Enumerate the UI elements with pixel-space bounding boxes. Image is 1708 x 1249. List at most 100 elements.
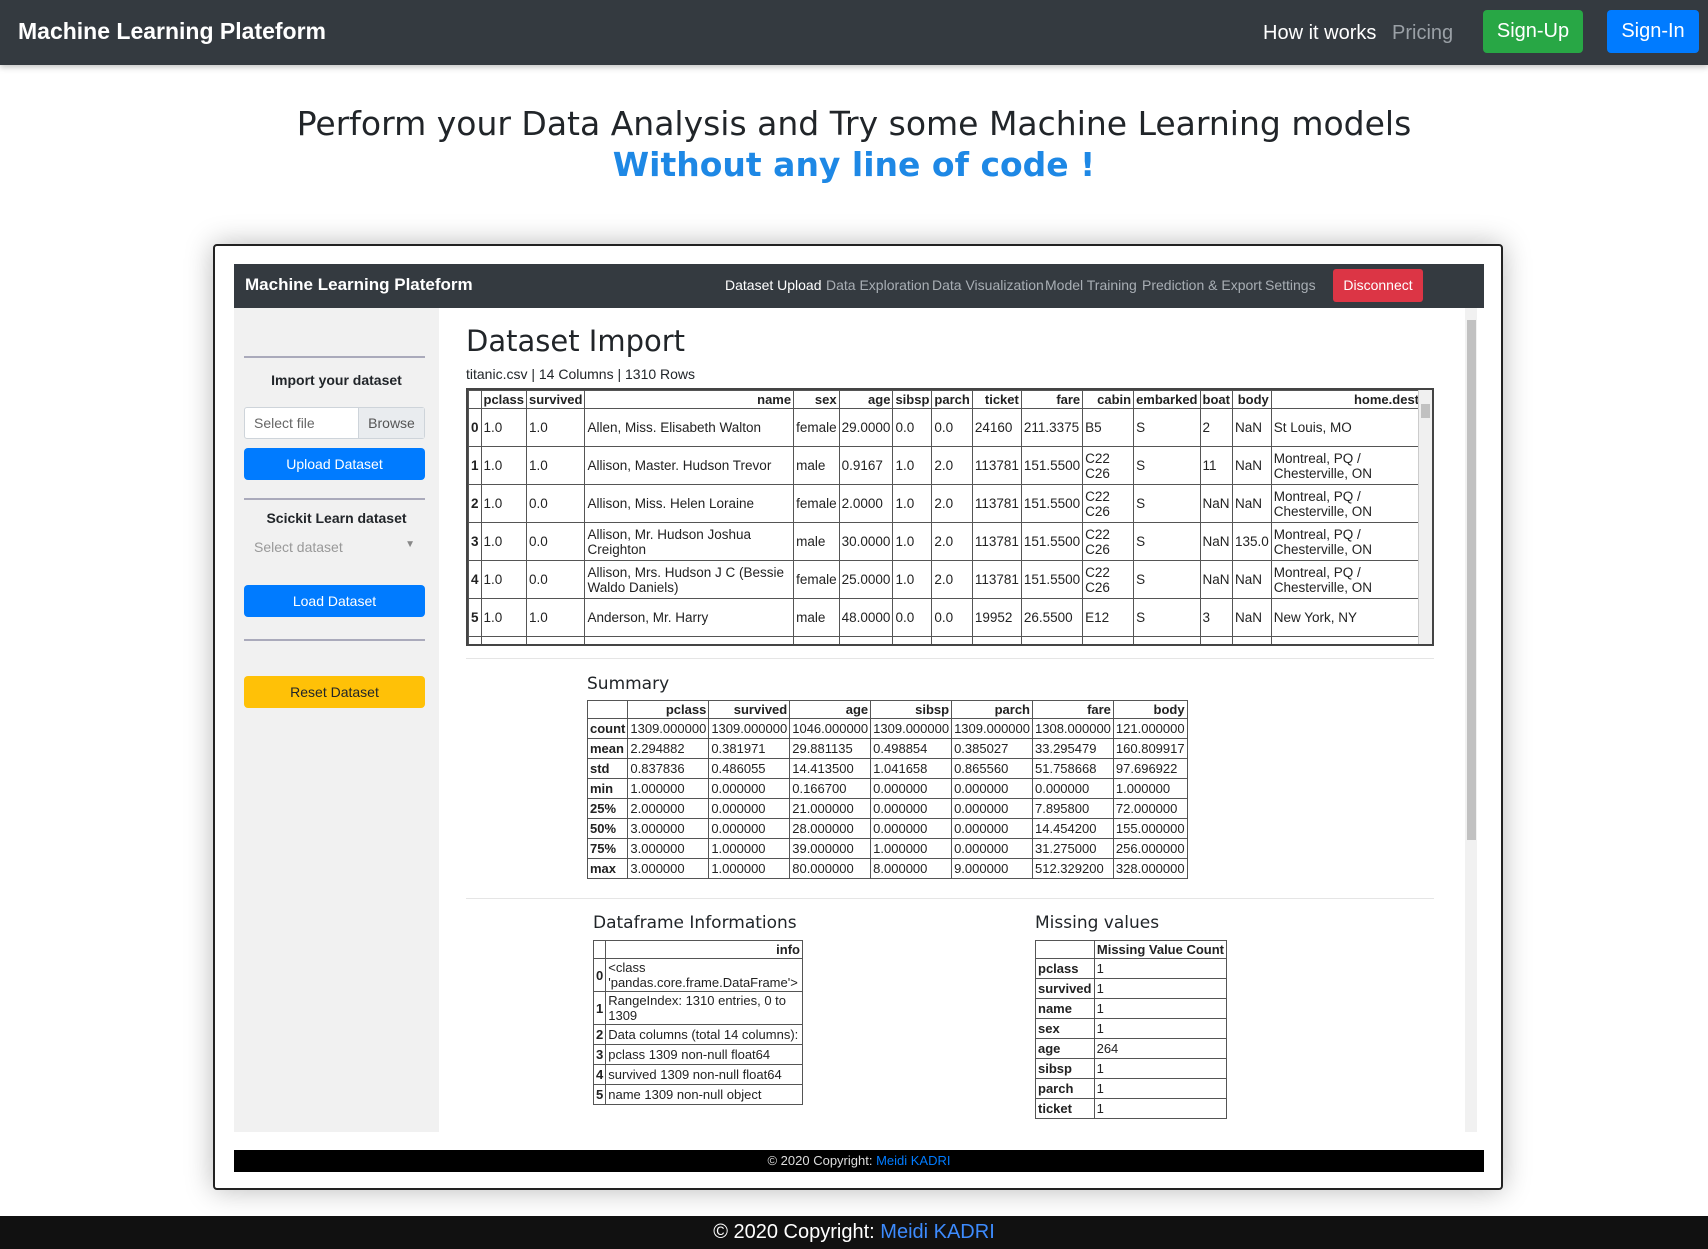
data-preview-scrollbox[interactable]: pclass survived name sex age sibsp parch ticket… <box>466 388 1434 646</box>
table-cell: 0.381971 <box>708 738 791 759</box>
main-scrollbar[interactable] <box>1465 308 1477 1132</box>
row-index: 50% <box>586 818 629 839</box>
sidebar-divider <box>244 498 425 500</box>
table-cell: E12 <box>1082 598 1135 637</box>
file-input[interactable]: Select file Browse <box>244 407 425 439</box>
table-cell: Data columns (total 14 columns): <box>605 1024 803 1045</box>
table-cell: 1.0 <box>892 560 933 599</box>
table-cell: 0.385027 <box>951 738 1033 759</box>
table-row: min 1.000000 0.000000 0.166700 0.000000 0.000… <box>586 778 1188 799</box>
app-brand[interactable]: Machine Learning Plateform <box>245 275 473 295</box>
column-header: body <box>1231 390 1272 409</box>
row-index: parch <box>1035 1078 1095 1099</box>
table-cell: Montreal, PQ / Chesterville, ON <box>1270 484 1423 523</box>
table-cell: Allen, Miss. Elisabeth Walton <box>584 408 795 447</box>
table-row: 50% 3.000000 0.000000 28.000000 0.000000 0.00… <box>586 818 1188 839</box>
table-cell: 0.000000 <box>870 818 953 839</box>
column-header: boat <box>1199 390 1233 409</box>
table-cell: 2.0 <box>931 484 973 523</box>
table-cell: 1.0 <box>480 446 528 485</box>
upload-dataset-button[interactable]: Upload Dataset <box>244 448 425 480</box>
row-index: 4 <box>592 1064 607 1085</box>
column-header: ticket <box>971 390 1022 409</box>
table-cell: 19952 <box>971 598 1022 637</box>
tab-dataset-upload[interactable]: Dataset Upload <box>725 277 822 293</box>
dataset-select[interactable]: Select dataset ▼ <box>244 531 425 563</box>
table-cell: 512.329200 <box>1032 858 1114 879</box>
table-cell: 97.696922 <box>1112 758 1188 779</box>
table-cell: Montreal, PQ / Chesterville, ON <box>1270 522 1423 561</box>
column-header: survived <box>525 390 586 409</box>
table-cell: 2.0 <box>931 446 973 485</box>
table-cell: 1.0 <box>892 522 933 561</box>
table-cell: male <box>793 598 840 637</box>
nav-pricing[interactable]: Pricing <box>1392 22 1453 45</box>
table-cell: 80.000000 <box>789 858 872 879</box>
tab-data-visualization[interactable]: Data Visualization <box>932 277 1044 293</box>
app-footer-author-link[interactable]: Meidi KADRI <box>876 1153 950 1168</box>
table-row: 25% 2.000000 0.000000 21.000000 0.000000 0.00… <box>586 798 1188 819</box>
row-index: std <box>586 758 629 779</box>
browse-button[interactable]: Browse <box>358 408 424 438</box>
row-index <box>468 636 482 644</box>
table-cell: 1.0 <box>525 446 586 485</box>
tab-data-exploration[interactable]: Data Exploration <box>826 277 930 293</box>
table-row: sex 1 <box>1035 1018 1228 1039</box>
table-cell: 135.0 <box>1231 522 1272 561</box>
app-preview-frame: Machine Learning Plateform Dataset Uploa… <box>213 244 1503 1190</box>
table-row: max 3.000000 1.000000 80.000000 8.000000 9.00… <box>586 858 1188 879</box>
site-brand[interactable]: Machine Learning Plateform <box>18 18 326 45</box>
tab-settings[interactable]: Settings <box>1265 277 1316 293</box>
table-cell: NaN <box>1199 522 1233 561</box>
scrollbar-thumb[interactable] <box>1421 404 1430 418</box>
nav-how-it-works[interactable]: How it works <box>1263 22 1376 45</box>
table-row: survived 1 <box>1035 978 1228 999</box>
row-index: 75% <box>586 838 629 859</box>
table-cell: 1.0 <box>525 598 586 637</box>
signin-button[interactable]: Sign-In <box>1607 10 1699 53</box>
column-header: home.dest <box>1270 390 1423 409</box>
table-cell: 1 <box>1093 1098 1228 1119</box>
load-dataset-button[interactable]: Load Dataset <box>244 585 425 617</box>
column-header: sibsp <box>892 390 933 409</box>
scrollbar[interactable] <box>1418 390 1432 644</box>
summary-title: Summary <box>587 674 670 694</box>
reset-dataset-button[interactable]: Reset Dataset <box>244 676 425 708</box>
row-index: min <box>586 778 629 799</box>
section-divider <box>466 898 1434 899</box>
row-index: pclass <box>1035 958 1095 979</box>
row-index: 3 <box>592 1044 607 1065</box>
signup-button[interactable]: Sign-Up <box>1483 10 1583 53</box>
table-cell: 0.000000 <box>870 778 953 799</box>
table-cell: pclass 1309 non-null float64 <box>605 1044 803 1065</box>
table-cell: 0.000000 <box>870 798 953 819</box>
sklearn-label: Scickit Learn dataset <box>266 510 407 526</box>
main-content: Dataset Import titanic.csv | 14 Columns … <box>439 308 1484 1132</box>
column-header: cabin <box>1082 390 1135 409</box>
table-cell: 1309.000000 <box>627 718 710 739</box>
table-cell: female <box>793 484 840 523</box>
table-header-row: info <box>592 940 803 959</box>
table-cell: 155.000000 <box>1112 818 1188 839</box>
disconnect-button[interactable]: Disconnect <box>1333 269 1423 302</box>
row-index: max <box>586 858 629 879</box>
table-cell: 1308.000000 <box>1032 718 1114 739</box>
footer-author-link[interactable]: Meidi KADRI <box>880 1221 994 1243</box>
table-cell <box>480 636 528 644</box>
table-header-row: Missing Value Count <box>1035 940 1228 959</box>
table-cell: 33.295479 <box>1032 738 1114 759</box>
column-header <box>1035 940 1095 959</box>
tab-model-training[interactable]: Model Training <box>1045 277 1137 293</box>
main-scrollbar-thumb[interactable] <box>1467 320 1476 840</box>
select-placeholder: Select dataset <box>254 539 343 555</box>
row-index: 2 <box>592 1024 607 1045</box>
section-divider <box>466 658 1434 659</box>
table-cell: 14.413500 <box>789 758 872 779</box>
table-row: 1 1.0 1.0 Allison, Master. Hudson Trevor mal… <box>468 446 1423 485</box>
table-cell: 1.000000 <box>627 778 710 799</box>
table-cell: 0.000000 <box>951 798 1033 819</box>
table-row: 5 1.0 1.0 Anderson, Mr. Harry male 48.0000 0.0… <box>468 598 1423 637</box>
hero-headline: Perform your Data Analysis and Try some … <box>296 104 1412 143</box>
table-cell: S <box>1133 408 1201 447</box>
tab-prediction-export[interactable]: Prediction & Export <box>1142 277 1262 293</box>
